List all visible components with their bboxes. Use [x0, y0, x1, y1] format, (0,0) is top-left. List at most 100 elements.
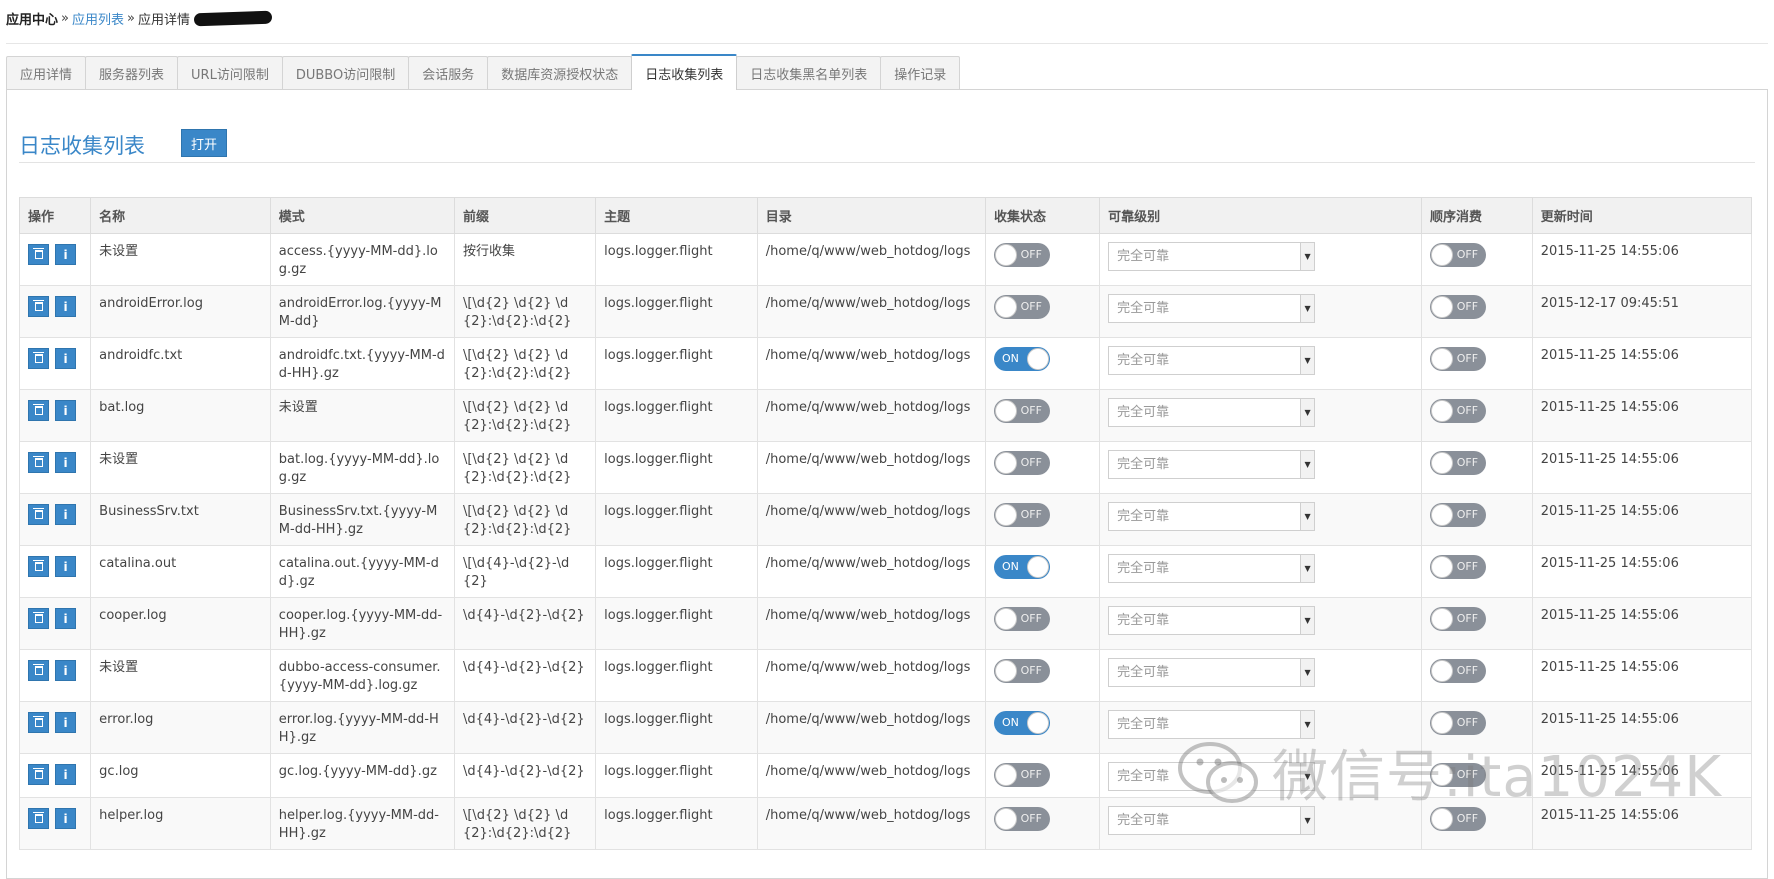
reliability-select[interactable]: 完全可靠 ▼	[1108, 294, 1316, 323]
chevron-down-icon: ▼	[1300, 295, 1315, 322]
reliability-select[interactable]: 完全可靠 ▼	[1108, 502, 1316, 531]
collect-toggle[interactable]: OFF	[993, 503, 1050, 527]
info-icon: i	[63, 403, 68, 418]
order-toggle[interactable]: OFF	[1430, 243, 1487, 267]
order-consume-cell: OFF	[1421, 493, 1533, 546]
delete-button[interactable]	[28, 808, 49, 829]
reliability-select[interactable]: 完全可靠 ▼	[1108, 554, 1316, 583]
reliability-select[interactable]: 完全可靠 ▼	[1108, 450, 1316, 479]
delete-button[interactable]	[28, 400, 49, 421]
info-button[interactable]: i	[55, 400, 76, 421]
tab-5[interactable]: 数据库资源授权状态	[487, 56, 633, 90]
breadcrumb-app-list-link[interactable]: 应用列表	[72, 9, 124, 28]
info-button[interactable]: i	[55, 504, 76, 525]
reliability-select[interactable]: 完全可靠 ▼	[1108, 606, 1316, 635]
toggle-knob	[994, 400, 1017, 422]
select-value: 完全可靠	[1117, 716, 1170, 732]
order-toggle[interactable]: OFF	[1430, 451, 1487, 475]
tab-8[interactable]: 操作记录	[880, 56, 961, 90]
info-button[interactable]: i	[55, 452, 76, 473]
info-icon: i	[63, 611, 68, 626]
prefix-cell: \[\d{4}-\d{2}-\d{2}	[453, 545, 597, 598]
info-button[interactable]: i	[55, 808, 76, 829]
order-toggle[interactable]: OFF	[1430, 807, 1487, 831]
reliability-select[interactable]: 完全可靠 ▼	[1108, 346, 1316, 375]
info-button[interactable]: i	[55, 556, 76, 577]
delete-button[interactable]	[28, 556, 49, 577]
reliability-select[interactable]: 完全可靠 ▼	[1108, 398, 1316, 427]
order-toggle[interactable]: OFF	[1430, 347, 1487, 371]
order-toggle[interactable]: OFF	[1430, 503, 1487, 527]
collect-toggle[interactable]: OFF	[993, 807, 1050, 831]
delete-button[interactable]	[28, 608, 49, 629]
reliability-cell: 完全可靠 ▼	[1099, 649, 1423, 702]
delete-button[interactable]	[28, 296, 49, 317]
collect-toggle[interactable]: ON	[993, 555, 1050, 579]
reliability-select[interactable]: 完全可靠 ▼	[1108, 658, 1316, 687]
trash-icon	[32, 300, 44, 311]
info-button[interactable]: i	[55, 244, 76, 265]
collect-toggle[interactable]: OFF	[993, 295, 1050, 319]
collect-toggle[interactable]: OFF	[993, 451, 1050, 475]
toggle-label: OFF	[1020, 768, 1042, 781]
reliability-select[interactable]: 完全可靠 ▼	[1108, 242, 1316, 271]
header-divider	[6, 43, 1768, 44]
order-consume-cell: OFF	[1421, 389, 1533, 442]
delete-button[interactable]	[28, 504, 49, 525]
delete-button[interactable]	[28, 660, 49, 681]
table-row: i bat.log 未设置 \[\d{2} \d{2} \d{2}:\d{2}:\d{…	[18, 389, 1753, 442]
toggle-knob	[1431, 504, 1454, 526]
collect-toggle[interactable]: ON	[993, 711, 1050, 735]
collect-toggle[interactable]: OFF	[993, 763, 1050, 787]
info-button[interactable]: i	[55, 348, 76, 369]
info-button[interactable]: i	[55, 660, 76, 681]
order-toggle[interactable]: OFF	[1430, 607, 1487, 631]
tab-7[interactable]: 日志收集黑名单列表	[736, 56, 882, 90]
pattern-cell: cooper.log.{yyyy-MM-dd-HH}.gz	[269, 597, 455, 650]
order-toggle[interactable]: OFF	[1430, 399, 1487, 423]
reliability-select[interactable]: 完全可靠 ▼	[1108, 710, 1316, 739]
collect-toggle[interactable]: OFF	[993, 399, 1050, 423]
chevron-down-icon: ▼	[1300, 659, 1315, 686]
collect-toggle[interactable]: OFF	[993, 607, 1050, 631]
delete-button[interactable]	[28, 764, 49, 785]
collect-toggle[interactable]: OFF	[993, 243, 1050, 267]
info-button[interactable]: i	[55, 296, 76, 317]
tab-2[interactable]: URL访问限制	[177, 56, 283, 90]
info-button[interactable]: i	[55, 764, 76, 785]
delete-button[interactable]	[28, 348, 49, 369]
prefix-cell: \[\d{2} \d{2} \d{2}:\d{2}:\d{2}	[453, 797, 597, 850]
info-button[interactable]: i	[55, 712, 76, 733]
tab-4[interactable]: 会话服务	[408, 56, 489, 90]
info-icon: i	[63, 663, 68, 678]
open-button[interactable]: 打开	[181, 129, 227, 157]
order-toggle[interactable]: OFF	[1430, 295, 1487, 319]
select-value: 完全可靠	[1117, 812, 1170, 828]
reliability-cell: 完全可靠 ▼	[1099, 285, 1423, 338]
topic-cell: logs.logger.flight	[595, 753, 758, 798]
delete-button[interactable]	[28, 452, 49, 473]
collect-status-cell: OFF	[984, 649, 1101, 702]
order-toggle[interactable]: OFF	[1430, 763, 1487, 787]
reliability-select[interactable]: 完全可靠 ▼	[1108, 762, 1316, 791]
updated-time-cell: 2015-11-25 14:55:06	[1531, 649, 1753, 702]
tab-6[interactable]: 日志收集列表	[631, 54, 738, 90]
table-row: i helper.log helper.log.{yyyy-MM-dd-HH}.gz…	[18, 797, 1753, 850]
collect-toggle[interactable]: OFF	[993, 659, 1050, 683]
collect-toggle[interactable]: ON	[993, 347, 1050, 371]
order-toggle[interactable]: OFF	[1430, 659, 1487, 683]
chevron-down-icon: ▼	[1300, 347, 1315, 374]
info-button[interactable]: i	[55, 608, 76, 629]
reliability-select[interactable]: 完全可靠 ▼	[1108, 806, 1316, 835]
order-toggle[interactable]: OFF	[1430, 711, 1487, 735]
delete-button[interactable]	[28, 712, 49, 733]
toggle-knob	[994, 764, 1017, 786]
tab-1[interactable]: 服务器列表	[85, 56, 179, 90]
delete-button[interactable]	[28, 244, 49, 265]
tab-0[interactable]: 应用详情	[6, 56, 87, 90]
trash-icon	[32, 456, 44, 467]
reliability-cell: 完全可靠 ▼	[1099, 493, 1423, 546]
topic-cell: logs.logger.flight	[595, 649, 758, 702]
tab-3[interactable]: DUBBO访问限制	[281, 56, 410, 90]
order-toggle[interactable]: OFF	[1430, 555, 1487, 579]
